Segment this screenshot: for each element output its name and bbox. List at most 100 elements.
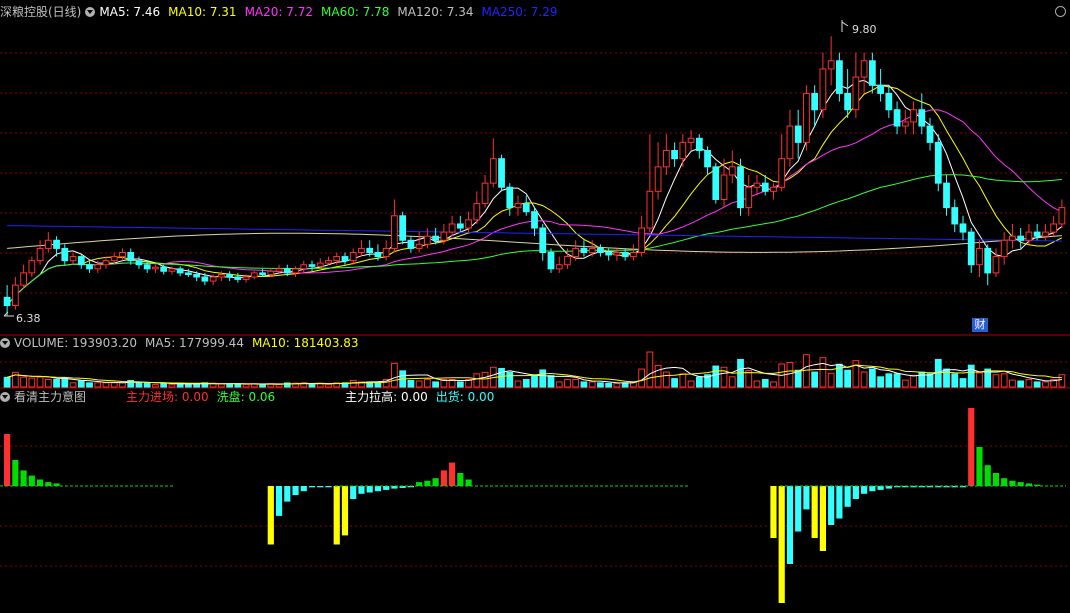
volume-bar (671, 378, 678, 388)
volume-bar (432, 381, 440, 388)
flow-bar (440, 470, 447, 486)
candle-body (201, 276, 209, 282)
candle-body (877, 84, 884, 94)
flow-bar (968, 408, 975, 486)
volume-bar (226, 383, 233, 388)
candle-body (465, 219, 472, 229)
volume-bar (794, 369, 802, 388)
volume-bar (753, 380, 761, 388)
volume-bar (53, 379, 60, 388)
volume-bar (349, 379, 357, 388)
candle-body (976, 247, 983, 266)
candle-body (753, 182, 761, 188)
dropdown-icon[interactable] (0, 337, 10, 348)
candle-body (572, 247, 580, 258)
candle-body (967, 231, 975, 266)
candle-body (662, 150, 670, 168)
candle-body (69, 256, 77, 262)
volume-bar (564, 379, 571, 388)
stock-title: 深粮控股(日线) (0, 5, 82, 19)
volume-bar (885, 373, 893, 388)
volume-bar (679, 373, 687, 388)
candle-body (44, 239, 52, 249)
candle-body (275, 268, 283, 272)
candle-body (588, 247, 596, 253)
volume-bar (877, 376, 884, 388)
candle-body (1050, 223, 1058, 233)
volume-bar (514, 380, 522, 388)
candle-body (415, 243, 423, 249)
candle-body (234, 276, 242, 280)
flow-bar (416, 482, 423, 486)
flow-bar (1017, 482, 1024, 486)
candle-body (374, 252, 382, 258)
flow-bar (341, 486, 349, 536)
kline-chart[interactable]: 9.80 6.38 (0, 0, 1070, 613)
high-price-label: 9.80 (852, 23, 877, 36)
dropdown-icon[interactable] (0, 391, 10, 402)
dropdown-icon[interactable] (85, 6, 96, 17)
flow-bar (869, 486, 876, 492)
candle-body (53, 239, 60, 249)
panel-close-icon[interactable] (1055, 6, 1066, 17)
indicator-label: MA250: 7.29 (481, 5, 558, 19)
flow-bar (267, 486, 274, 545)
indicator-label: MA120: 7.34 (397, 5, 474, 19)
candle-body (852, 76, 860, 111)
flow-bar (325, 486, 332, 488)
candle-body (679, 141, 687, 160)
candle-body (407, 239, 415, 249)
volume-bar (959, 378, 967, 388)
candle-body (901, 121, 909, 127)
candle-body (646, 190, 654, 229)
flow-bar (778, 486, 785, 603)
grid-lines (0, 52, 1070, 567)
volume-bar (135, 382, 143, 388)
ma-line (6, 174, 1062, 306)
candle-body (910, 109, 917, 123)
candle-body (547, 252, 555, 270)
candle-body (341, 256, 349, 262)
candle-body (267, 270, 275, 276)
volume-bar (662, 371, 670, 388)
volume-bar (275, 383, 283, 388)
ma-line (6, 84, 1063, 306)
flow-bar (828, 486, 835, 525)
flow-bar (12, 460, 19, 486)
event-badge[interactable]: 财 (972, 318, 988, 332)
volume-bar (3, 376, 11, 388)
flow-bar (457, 473, 464, 486)
candle-body (522, 203, 530, 213)
candle-body (671, 150, 678, 160)
flow-bar (1001, 478, 1008, 486)
flow-bar (366, 486, 373, 493)
flow-bar (300, 486, 307, 492)
volume-bar (868, 368, 876, 388)
volume-bar (1025, 379, 1033, 388)
volume-bar (456, 381, 464, 388)
candle-body (292, 268, 299, 274)
volume-bar (185, 384, 192, 388)
candle-body (984, 247, 992, 274)
volume-bar (926, 373, 934, 388)
candle-body (819, 68, 827, 111)
flow-bar (992, 473, 1000, 486)
candle-body (456, 223, 464, 229)
flow-bar (275, 486, 283, 516)
candle-body (868, 60, 876, 86)
price-panel-header: 深粮控股(日线) MA5: 7.46 MA10: 7.31 MA20: 7.72 MA6… (0, 4, 570, 20)
candle-body (786, 125, 794, 160)
candle-body (695, 137, 703, 152)
candle-body (11, 284, 19, 307)
candle-body (473, 203, 481, 221)
volume-bar (943, 368, 950, 388)
candle-body (349, 252, 357, 262)
volume-bar (910, 374, 917, 388)
high-marker: 9.80 (841, 20, 877, 36)
volume-bar (918, 371, 926, 388)
flow-bar (1009, 480, 1016, 486)
volume-bar (407, 379, 415, 388)
volume-bar (20, 376, 27, 388)
volume-bar (102, 382, 110, 388)
indicator-label: VOLUME: 193903.20 (14, 336, 137, 350)
